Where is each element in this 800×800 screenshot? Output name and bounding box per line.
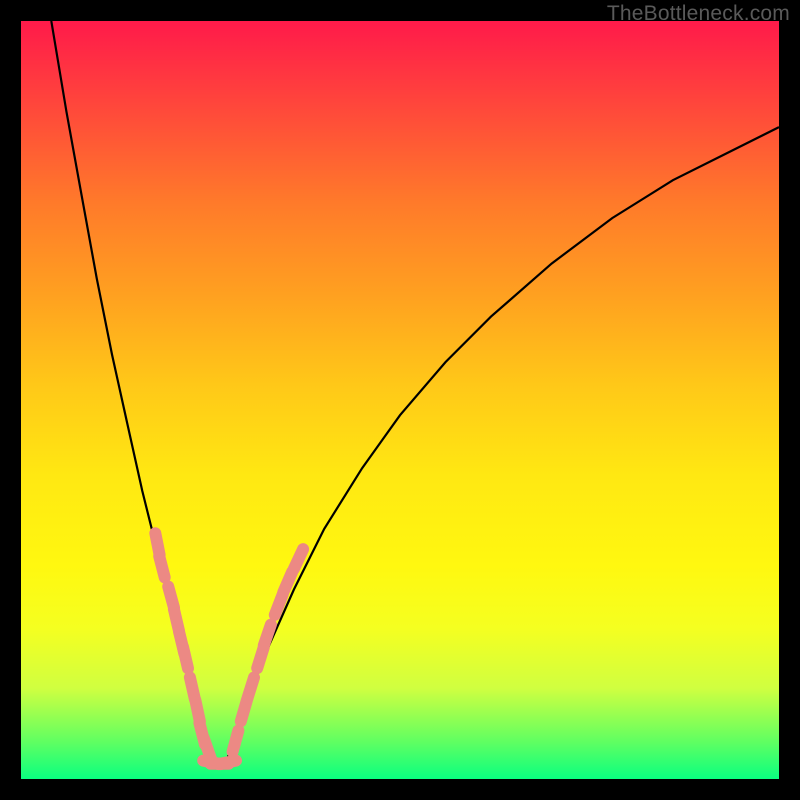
highlight-segment [264,625,271,646]
highlight-segment [218,761,236,765]
highlight-segments [155,533,303,764]
highlight-segment [233,731,239,752]
curve-right [226,127,779,764]
plot-area [21,21,779,779]
highlight-segment [159,556,165,577]
highlight-segment [294,549,303,569]
chart-svg [21,21,779,779]
highlight-segment [183,647,188,668]
highlight-segment [283,572,292,592]
watermark-text: TheBottleneck.com [607,2,790,26]
highlight-segment [247,678,254,699]
